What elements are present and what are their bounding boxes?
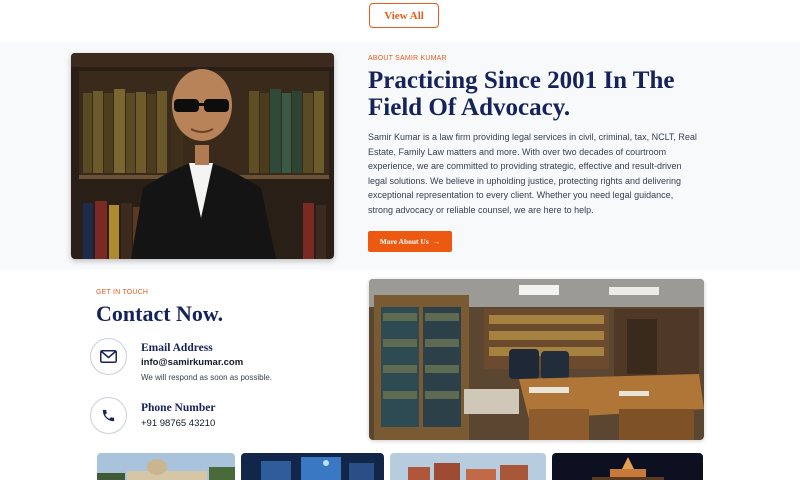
email-response-note: We will respond as soon as possible. xyxy=(141,373,273,382)
phone-label: Phone Number xyxy=(141,402,216,414)
contact-eyebrow: GET IN TOUCH xyxy=(96,289,149,296)
phone-icon xyxy=(90,397,127,434)
more-about-us-label: More About Us xyxy=(379,237,429,246)
about-heading-line2: Field Of Advocacy. xyxy=(368,94,571,121)
arrow-right-icon: → xyxy=(432,237,441,246)
gallery-thumbnail-court[interactable] xyxy=(97,453,235,480)
advocate-portrait-photo xyxy=(71,53,334,259)
contact-heading: Contact Now. xyxy=(96,301,224,326)
email-address-link[interactable]: info@samirkumar.com xyxy=(141,357,243,368)
contact-section: GET IN TOUCH Contact Now. Email Address … xyxy=(0,270,800,480)
gallery-thumbnail-monument-night[interactable] xyxy=(552,453,703,480)
about-description: Samir Kumar is a law firm providing lega… xyxy=(368,132,697,215)
view-all-button[interactable]: View All xyxy=(369,3,439,28)
more-about-us-button[interactable]: More About Us → xyxy=(368,231,452,252)
gallery-thumbnail-buildings[interactable] xyxy=(390,453,546,480)
envelope-icon xyxy=(90,338,127,375)
about-heading: Practicing Since 2001 In The Field Of Ad… xyxy=(368,67,708,121)
about-heading-line1: Practicing Since 2001 In The xyxy=(368,67,675,94)
top-strip: View All xyxy=(0,0,800,42)
phone-number-link[interactable]: +91 98765 43210 xyxy=(141,418,215,429)
email-label: Email Address xyxy=(141,342,213,354)
office-interior-photo xyxy=(369,279,704,440)
about-section: ABOUT SAMIR KUMAR Practicing Since 2001 … xyxy=(0,42,800,270)
about-eyebrow: ABOUT SAMIR KUMAR xyxy=(368,55,447,62)
gallery-thumbnail-city-night[interactable] xyxy=(241,453,384,480)
